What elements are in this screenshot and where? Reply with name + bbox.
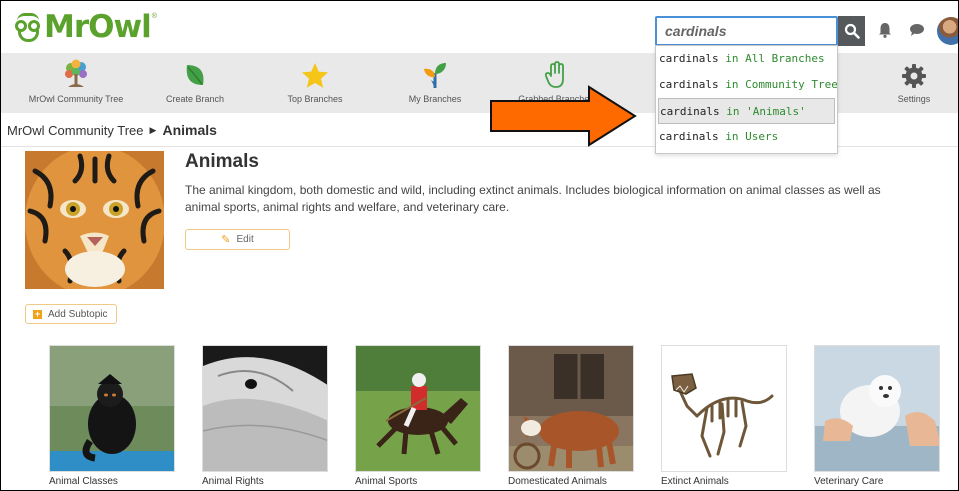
edit-button[interactable]: ✎ Edit	[185, 229, 290, 250]
topic-description: The animal kingdom, both domestic and wi…	[185, 183, 881, 214]
sprout-icon	[420, 57, 450, 89]
mrowl-logo[interactable]: MrOwl ®	[15, 9, 157, 45]
tiger-image	[25, 151, 164, 289]
suggestion-scope: in All Branches	[725, 52, 825, 65]
edit-label: Edit	[236, 234, 254, 245]
search-input[interactable]	[665, 23, 828, 39]
gear-icon	[899, 57, 929, 89]
breadcrumb-current: Animals	[162, 122, 217, 138]
subtopic-image	[49, 345, 175, 472]
suggestion-all-branches[interactable]: cardinals in All Branches	[656, 46, 837, 72]
registered-mark: ®	[151, 13, 157, 20]
toolbar-label: Create Branch	[165, 94, 225, 104]
subtopic-card[interactable]: Animal Classes	[49, 345, 177, 487]
toolbar-my-branches[interactable]: My Branches	[396, 53, 474, 113]
caret-right-icon: ▶	[149, 124, 157, 135]
toolbar-community-tree[interactable]: MrOwl Community Tree	[21, 53, 131, 113]
subtopic-card[interactable]: Animal Sports	[355, 345, 483, 487]
suggestion-term: cardinals	[659, 78, 719, 91]
leaf-icon	[180, 57, 210, 89]
subtopic-image	[814, 345, 940, 472]
suggestion-term: cardinals	[660, 105, 720, 118]
pointer-arrow-icon	[490, 85, 637, 147]
subtopic-image	[355, 345, 481, 472]
subtopic-label: Domesticated Animals	[508, 476, 607, 487]
suggestion-scope: in 'Animals'	[726, 105, 806, 118]
suggestion-term: cardinals	[659, 130, 719, 143]
toolbar-label: Settings	[897, 94, 931, 104]
subtopic-image	[508, 345, 634, 472]
user-avatar[interactable]	[937, 17, 958, 45]
chat-icon	[910, 24, 924, 36]
messages-button[interactable]	[906, 19, 928, 41]
search-field[interactable]	[655, 16, 838, 46]
subtopic-label: Animal Sports	[355, 476, 418, 487]
search-icon	[844, 23, 860, 39]
toolbar-create-branch[interactable]: Create Branch	[156, 53, 234, 113]
owl-logo-icon	[15, 12, 43, 42]
tree-icon	[61, 57, 91, 89]
toolbar-label: My Branches	[408, 94, 462, 104]
subtopic-label: Animal Classes	[49, 476, 118, 487]
suggestion-scope: in Community Tree	[725, 78, 837, 91]
subtopic-image	[202, 345, 328, 472]
suggestion-animals[interactable]: cardinals in 'Animals'	[658, 98, 835, 124]
search-button[interactable]	[838, 16, 865, 46]
subtopic-label: Extinct Animals	[661, 476, 729, 487]
toolbar-settings[interactable]: Settings	[881, 53, 947, 113]
subtopic-card[interactable]: Domesticated Animals	[508, 345, 636, 487]
suggestion-term: cardinals	[659, 52, 719, 65]
subtopic-image	[661, 345, 787, 472]
suggestion-community-tree[interactable]: cardinals in Community Tree	[656, 72, 837, 98]
subtopic-label: Animal Rights	[202, 476, 264, 487]
logo-text: MrOwl	[44, 9, 152, 45]
search-suggestions-dropdown: cardinals in All Branches cardinals in C…	[655, 45, 838, 154]
subtopic-card[interactable]: Veterinary Care	[814, 345, 942, 487]
breadcrumb-root[interactable]: MrOwl Community Tree	[7, 123, 144, 138]
notifications-button[interactable]	[874, 19, 896, 41]
subtopic-card[interactable]: Animal Rights	[202, 345, 330, 487]
suggestion-scope: in Users	[725, 130, 779, 143]
toolbar-label: Top Branches	[287, 94, 343, 104]
topic-title: Animals	[185, 151, 259, 172]
bell-icon	[879, 23, 891, 38]
subtopic-card[interactable]: Extinct Animals	[661, 345, 789, 487]
add-subtopic-label: Add Subtopic	[48, 308, 108, 320]
subtopic-label: Veterinary Care	[814, 476, 884, 487]
plus-icon: +	[33, 308, 42, 319]
star-icon	[300, 57, 330, 89]
toolbar-top-branches[interactable]: Top Branches	[276, 53, 354, 113]
add-subtopic-button[interactable]: + Add Subtopic	[25, 304, 117, 324]
app-window: MrOwl ® cardinals MrOwl Community Tree C…	[0, 0, 959, 491]
pencil-icon: ✎	[221, 234, 231, 246]
toolbar-label: MrOwl Community Tree	[28, 94, 124, 104]
suggestion-users[interactable]: cardinals in Users	[656, 124, 837, 150]
topic-image	[25, 151, 164, 289]
